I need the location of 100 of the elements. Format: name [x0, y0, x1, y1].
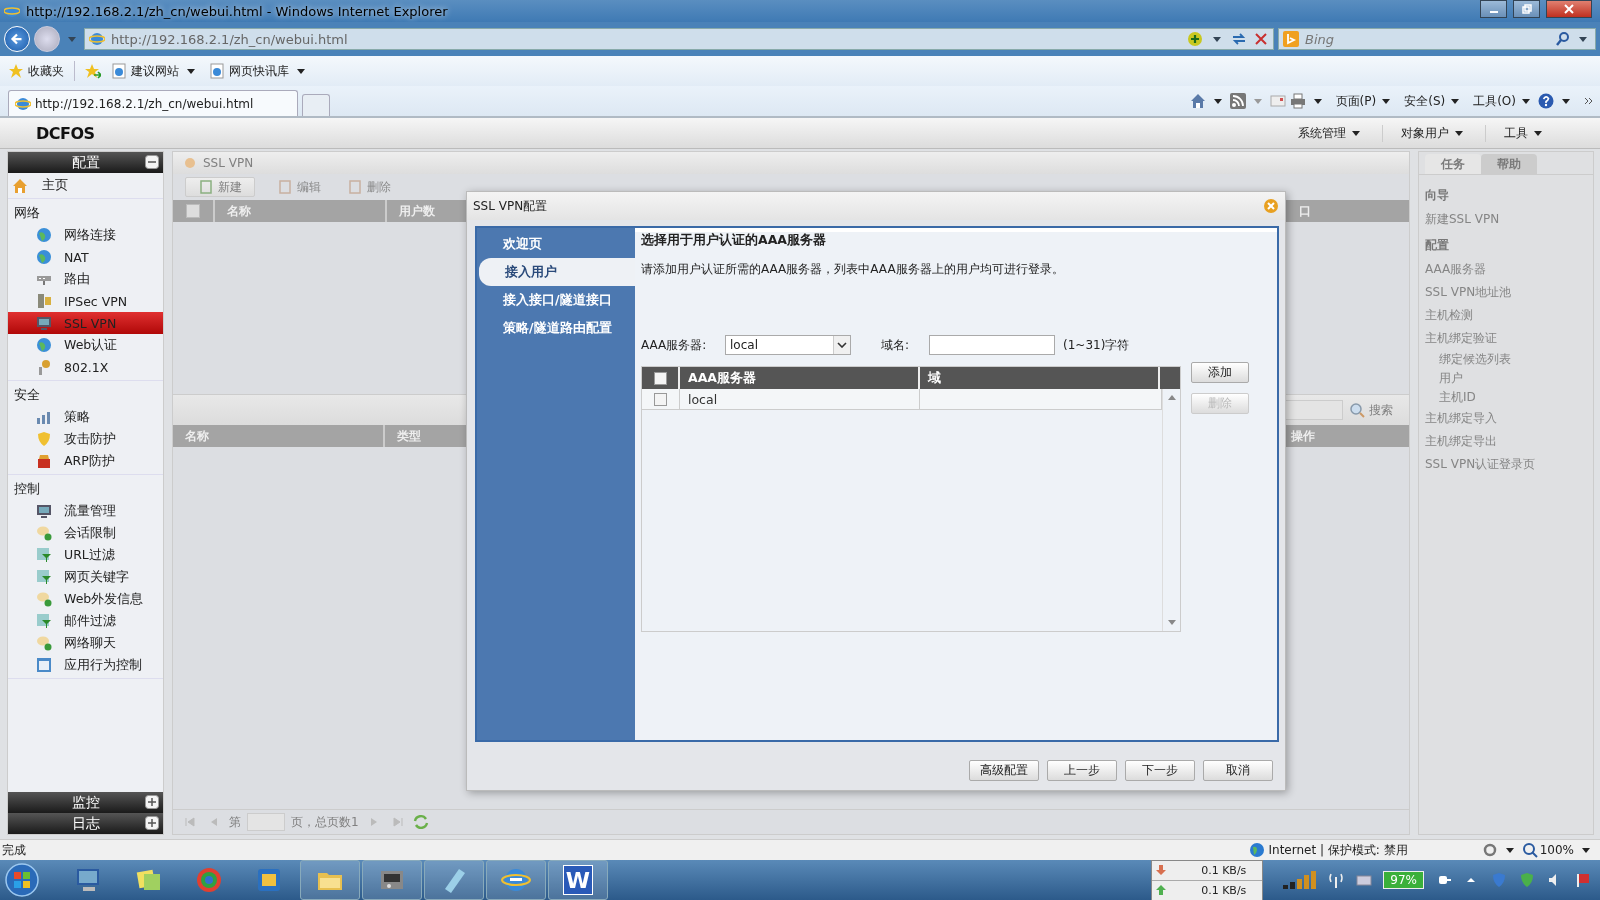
panel-header[interactable]: 日志 — [8, 813, 163, 834]
feed-icon[interactable] — [1229, 93, 1246, 109]
dialog-button[interactable]: 下一步 — [1125, 759, 1195, 781]
browser-icon — [15, 95, 31, 112]
refresh-icon[interactable] — [1231, 31, 1247, 47]
menu-button[interactable]: 对象用户 — [1382, 124, 1485, 142]
caret-icon — [1534, 130, 1542, 136]
page-icon — [209, 63, 225, 79]
wizard-step[interactable]: 接入用户 — [479, 258, 635, 286]
nav-item[interactable]: Web认证 — [8, 334, 163, 356]
nav-item[interactable]: 网络连接 — [8, 224, 163, 246]
add-icon[interactable] — [1187, 31, 1203, 47]
panel-header[interactable]: 配置 — [8, 152, 163, 173]
zoom-button[interactable]: 100% — [1521, 842, 1574, 858]
app-tile[interactable]: W — [563, 865, 593, 895]
menu-button[interactable]: 工具 — [1485, 124, 1564, 142]
antenna-icon[interactable] — [1328, 872, 1345, 888]
wizard-step[interactable]: 接入接口/隧道接口 — [477, 286, 635, 314]
print-icon[interactable] — [1289, 93, 1306, 109]
favorites-button[interactable]: 收藏夹 — [8, 62, 64, 80]
search-field[interactable]: Bing — [1278, 28, 1596, 50]
caret-icon[interactable] — [1579, 36, 1587, 42]
menu-button[interactable]: 安全(S) — [1404, 92, 1464, 110]
menu-button[interactable]: 工具(O) — [1473, 92, 1534, 110]
group-title: 控制 — [13, 480, 41, 498]
expand-icon[interactable] — [145, 795, 159, 809]
star-icon — [8, 63, 24, 79]
add-favorite-icon[interactable] — [85, 63, 101, 79]
wizard-step[interactable]: 欢迎页 — [477, 230, 635, 258]
nav-item[interactable]: 会话限制 — [8, 522, 163, 544]
flag-icon[interactable] — [1575, 872, 1591, 888]
nav-item[interactable]: ARP防护 — [8, 450, 163, 472]
help-icon[interactable] — [1538, 93, 1554, 109]
caret-icon[interactable] — [1213, 36, 1221, 42]
dialog-button[interactable]: 高级配置 — [969, 759, 1039, 781]
caret-icon[interactable] — [1313, 98, 1322, 104]
server-dropdown[interactable]: local — [725, 335, 851, 355]
checkbox[interactable] — [654, 392, 667, 406]
mail-icon[interactable] — [1269, 93, 1286, 109]
panel-tab[interactable]: 任务 — [1425, 154, 1481, 174]
search-icon[interactable] — [1555, 31, 1571, 47]
table-button[interactable]: 添加 — [1191, 362, 1249, 383]
forward-button[interactable] — [34, 26, 60, 52]
restore-icon — [1521, 4, 1532, 14]
collapse-icon[interactable] — [145, 155, 159, 169]
menu-button[interactable]: 系统管理 — [1280, 124, 1382, 142]
restore-button[interactable] — [1513, 0, 1540, 18]
caret-icon[interactable] — [1562, 98, 1570, 104]
expand-icon[interactable] — [145, 816, 159, 830]
close-button[interactable] — [1546, 0, 1592, 18]
nav-item[interactable]: IPSec VPN — [8, 290, 163, 312]
caret-icon — [297, 68, 305, 74]
scroll-down-icon[interactable] — [1167, 620, 1176, 625]
nav-item[interactable]: 应用行为控制 — [8, 654, 163, 676]
caret-icon — [1352, 130, 1360, 136]
home-icon[interactable] — [1189, 93, 1206, 109]
menu-button[interactable]: 页面(P) — [1335, 92, 1395, 110]
minimize-icon — [1489, 11, 1498, 13]
scroll-up-icon[interactable] — [1167, 395, 1176, 400]
chevron-icon[interactable] — [1584, 97, 1594, 105]
nav-item[interactable]: 邮件过滤 — [8, 610, 163, 632]
back-button[interactable] — [4, 26, 30, 52]
nav-item[interactable]: URL过滤 — [8, 544, 163, 566]
page-number-field[interactable] — [247, 813, 285, 831]
nav-item[interactable]: 主页 — [8, 173, 163, 199]
nav-item[interactable]: 路由 — [8, 268, 163, 290]
dialog-button[interactable]: 上一步 — [1047, 759, 1117, 781]
checkbox[interactable] — [186, 204, 200, 218]
panel-title: 配置 — [71, 153, 100, 172]
settings-icon[interactable] — [1481, 842, 1498, 858]
favorites-link[interactable]: 建议网站 — [111, 62, 199, 80]
nav-item[interactable]: 网页关键字 — [8, 566, 163, 588]
nav-item[interactable]: 流量管理 — [8, 500, 163, 522]
chat-icon — [36, 591, 52, 607]
stop-icon[interactable] — [1253, 31, 1269, 47]
address-field[interactable]: http://192.168.2.1/zh_cn/webui.html — [84, 28, 1274, 50]
browser-tab[interactable]: http://192.168.2.1/zh_cn/webui.html — [8, 90, 298, 116]
minimize-button[interactable] — [1480, 0, 1507, 18]
status-text: 完成 — [2, 841, 26, 859]
nav-item[interactable]: 网络聊天 — [8, 632, 163, 654]
nav-item[interactable]: 策略 — [8, 406, 163, 428]
caret-icon[interactable] — [1213, 98, 1222, 104]
caret-icon[interactable] — [1505, 847, 1514, 853]
nav-item[interactable]: 攻击防护 — [8, 428, 163, 450]
panel-header[interactable]: 监控 — [8, 792, 163, 813]
search-input[interactable]: Bing — [1303, 30, 1551, 48]
checkbox[interactable] — [653, 371, 667, 385]
start-button[interactable] — [4, 862, 40, 898]
globe-icon — [36, 337, 52, 353]
wizard-step[interactable]: 策略/隧道路由配置 — [477, 314, 635, 342]
dialog-button[interactable]: 取消 — [1203, 759, 1273, 781]
nav-item[interactable]: Web外发信息 — [8, 588, 163, 610]
nav-item[interactable]: 802.1X — [8, 356, 163, 378]
domain-field[interactable] — [929, 335, 1056, 355]
caret-icon[interactable] — [1582, 847, 1590, 853]
globe-icon — [36, 227, 52, 243]
nav-item[interactable]: NAT — [8, 246, 163, 268]
favorites-link[interactable]: 网页快讯库 — [209, 62, 309, 80]
close-icon[interactable] — [1263, 198, 1279, 214]
keyboard-icon[interactable] — [1356, 872, 1373, 888]
